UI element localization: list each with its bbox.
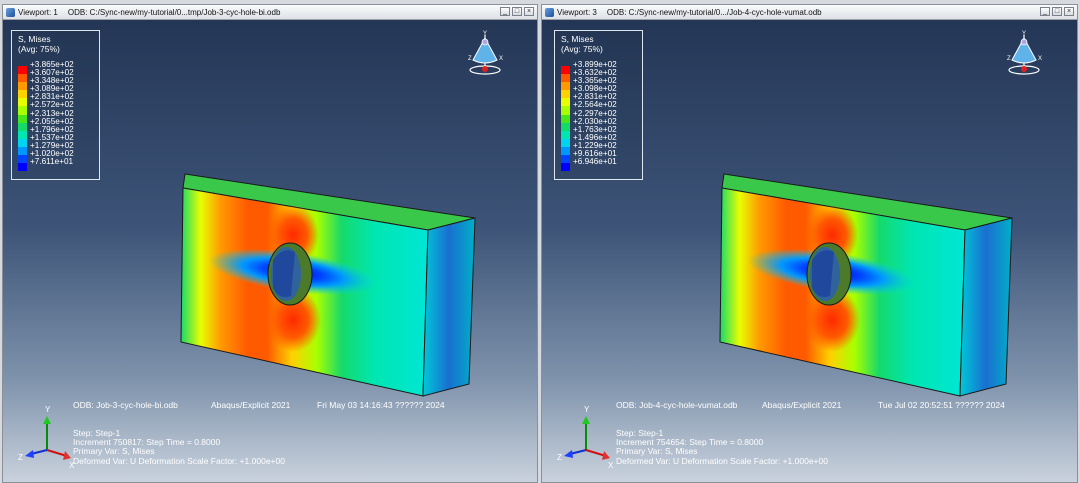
viewport-odb-path: ODB: C:/Sync-new/my-tutorial/0.../Job-4-… (606, 7, 822, 17)
model-plate-with-hole[interactable]: Y Z X (3, 20, 537, 482)
global-axis-triad-icon: Y Z X (557, 405, 614, 470)
viewport-title: Viewport: 1 (18, 7, 58, 17)
axis-z-label: Z (18, 453, 23, 462)
close-button[interactable]: × (524, 7, 534, 16)
close-button[interactable]: × (1064, 7, 1074, 16)
global-axis-triad-icon: Y Z X (18, 405, 75, 470)
viewport-1-window[interactable]: Viewport: 1 ODB: C:/Sync-new/my-tutorial… (2, 4, 538, 483)
viewport-3-titlebar[interactable]: Viewport: 3 ODB: C:/Sync-new/my-tutorial… (542, 5, 1077, 20)
model-plate-with-hole[interactable]: Y Z X (542, 20, 1077, 482)
info-odb: ODB: Job-3-cyc-hole-bi.odb (73, 400, 178, 410)
maximize-button[interactable]: □ (1052, 7, 1062, 16)
info-odb: ODB: Job-4-cyc-hole-vumat.odb (616, 400, 738, 410)
axis-y-label: Y (584, 405, 590, 414)
minimize-button[interactable]: _ (500, 7, 510, 16)
info-date: Tue Jul 02 20:52:51 ?????? 2024 (878, 400, 1005, 410)
info-deformed-var: Deformed Var: U Deformation Scale Factor… (73, 456, 285, 466)
info-primary-var: Primary Var: S, Mises (73, 446, 155, 456)
axis-z-label: Z (557, 453, 562, 462)
viewport-3-canvas[interactable]: S, Mises (Avg: 75%) +3.899e+02 +3.632e+02… (542, 20, 1077, 482)
viewport-icon (6, 7, 15, 17)
axis-x-label: X (608, 461, 614, 470)
maximize-button[interactable]: □ (512, 7, 522, 16)
viewport-odb-path: ODB: C:/Sync-new/my-tutorial/0...tmp/Job… (67, 7, 281, 17)
axis-y-label: Y (45, 405, 51, 414)
info-solver: Abaqus/Explicit 2021 (211, 400, 291, 410)
info-primary-var: Primary Var: S, Mises (616, 446, 698, 456)
info-deformed-var: Deformed Var: U Deformation Scale Factor… (616, 456, 828, 466)
minimize-button[interactable]: _ (1040, 7, 1050, 16)
info-solver: Abaqus/Explicit 2021 (762, 400, 842, 410)
viewport-1-titlebar[interactable]: Viewport: 1 ODB: C:/Sync-new/my-tutorial… (3, 5, 537, 20)
viewport-icon (545, 7, 554, 17)
viewport-1-canvas[interactable]: S, Mises (Avg: 75%) +3.865e+02 +3.607e+02… (3, 20, 537, 482)
viewport-title: Viewport: 3 (557, 7, 597, 17)
info-date: Fri May 03 14:16:43 ?????? 2024 (317, 400, 445, 410)
viewport-3-window[interactable]: Viewport: 3 ODB: C:/Sync-new/my-tutorial… (541, 4, 1078, 483)
